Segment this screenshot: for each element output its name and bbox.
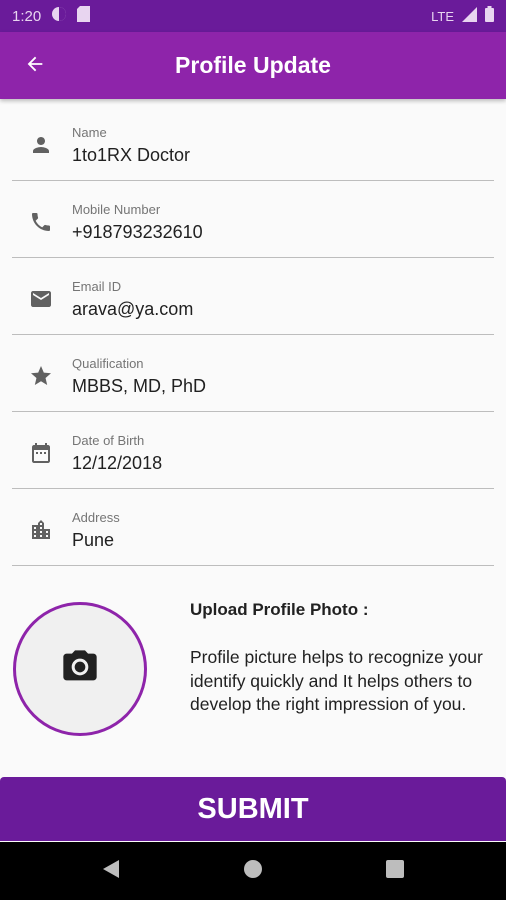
page-title: Profile Update [175,52,331,78]
field-label: Address [72,510,120,525]
recents-nav-button[interactable] [383,859,407,883]
data-saver-icon [51,6,67,26]
field-label: Qualification [72,356,144,371]
battery-icon [485,6,494,26]
sd-card-icon [77,6,91,26]
field-label: Name [72,125,107,140]
star-icon [28,363,54,389]
email-icon [28,286,54,312]
name-field[interactable]: Name 1to1RX Doctor [12,104,494,181]
app-bar: Profile Update [0,32,506,99]
upload-title: Upload Profile Photo : [190,600,369,619]
person-icon [28,132,54,158]
upload-description: Profile picture helps to recognize your … [190,647,483,714]
field-value: 12/12/2018 [72,453,163,473]
field-value: +918793232610 [72,222,203,242]
mobile-number-field[interactable]: Mobile Number +918793232610 [12,181,494,258]
field-value: MBBS, MD, PhD [72,376,207,396]
back-nav-button[interactable] [99,859,123,883]
signal-icon [462,6,477,26]
qualification-field[interactable]: Qualification MBBS, MD, PhD [12,335,494,412]
building-icon [28,517,54,543]
profile-form: Name 1to1RX Doctor Mobile Number +918793… [0,104,506,566]
circle-home-icon [243,859,263,884]
field-label: Email ID [72,279,122,294]
address-field[interactable]: Address Pune [12,489,494,566]
submit-button[interactable]: SUBMIT [0,777,506,841]
home-nav-button[interactable] [241,859,265,883]
field-value: arava@ya.com [72,299,194,319]
email-field[interactable]: Email ID arava@ya.com [12,258,494,335]
upload-photo-section: Upload Profile Photo : Profile picture h… [0,600,506,770]
square-recents-icon [386,859,404,883]
field-value: Pune [72,530,115,550]
field-label: Date of Birth [72,433,145,448]
status-bar: 1:20 LTE [0,0,506,32]
date-of-birth-field[interactable]: Date of Birth 12/12/2018 [12,412,494,489]
triangle-back-icon [102,859,120,884]
navigation-bar [0,842,506,900]
back-button[interactable] [20,51,50,81]
phone-icon [28,209,54,235]
arrow-left-icon [24,53,46,80]
camera-icon [60,647,100,692]
field-label: Mobile Number [72,202,161,217]
upload-photo-button[interactable] [13,602,147,736]
field-value: 1to1RX Doctor [72,145,191,165]
calendar-icon [28,440,54,466]
network-type: LTE [431,8,454,24]
status-time: 1:20 [12,7,42,25]
